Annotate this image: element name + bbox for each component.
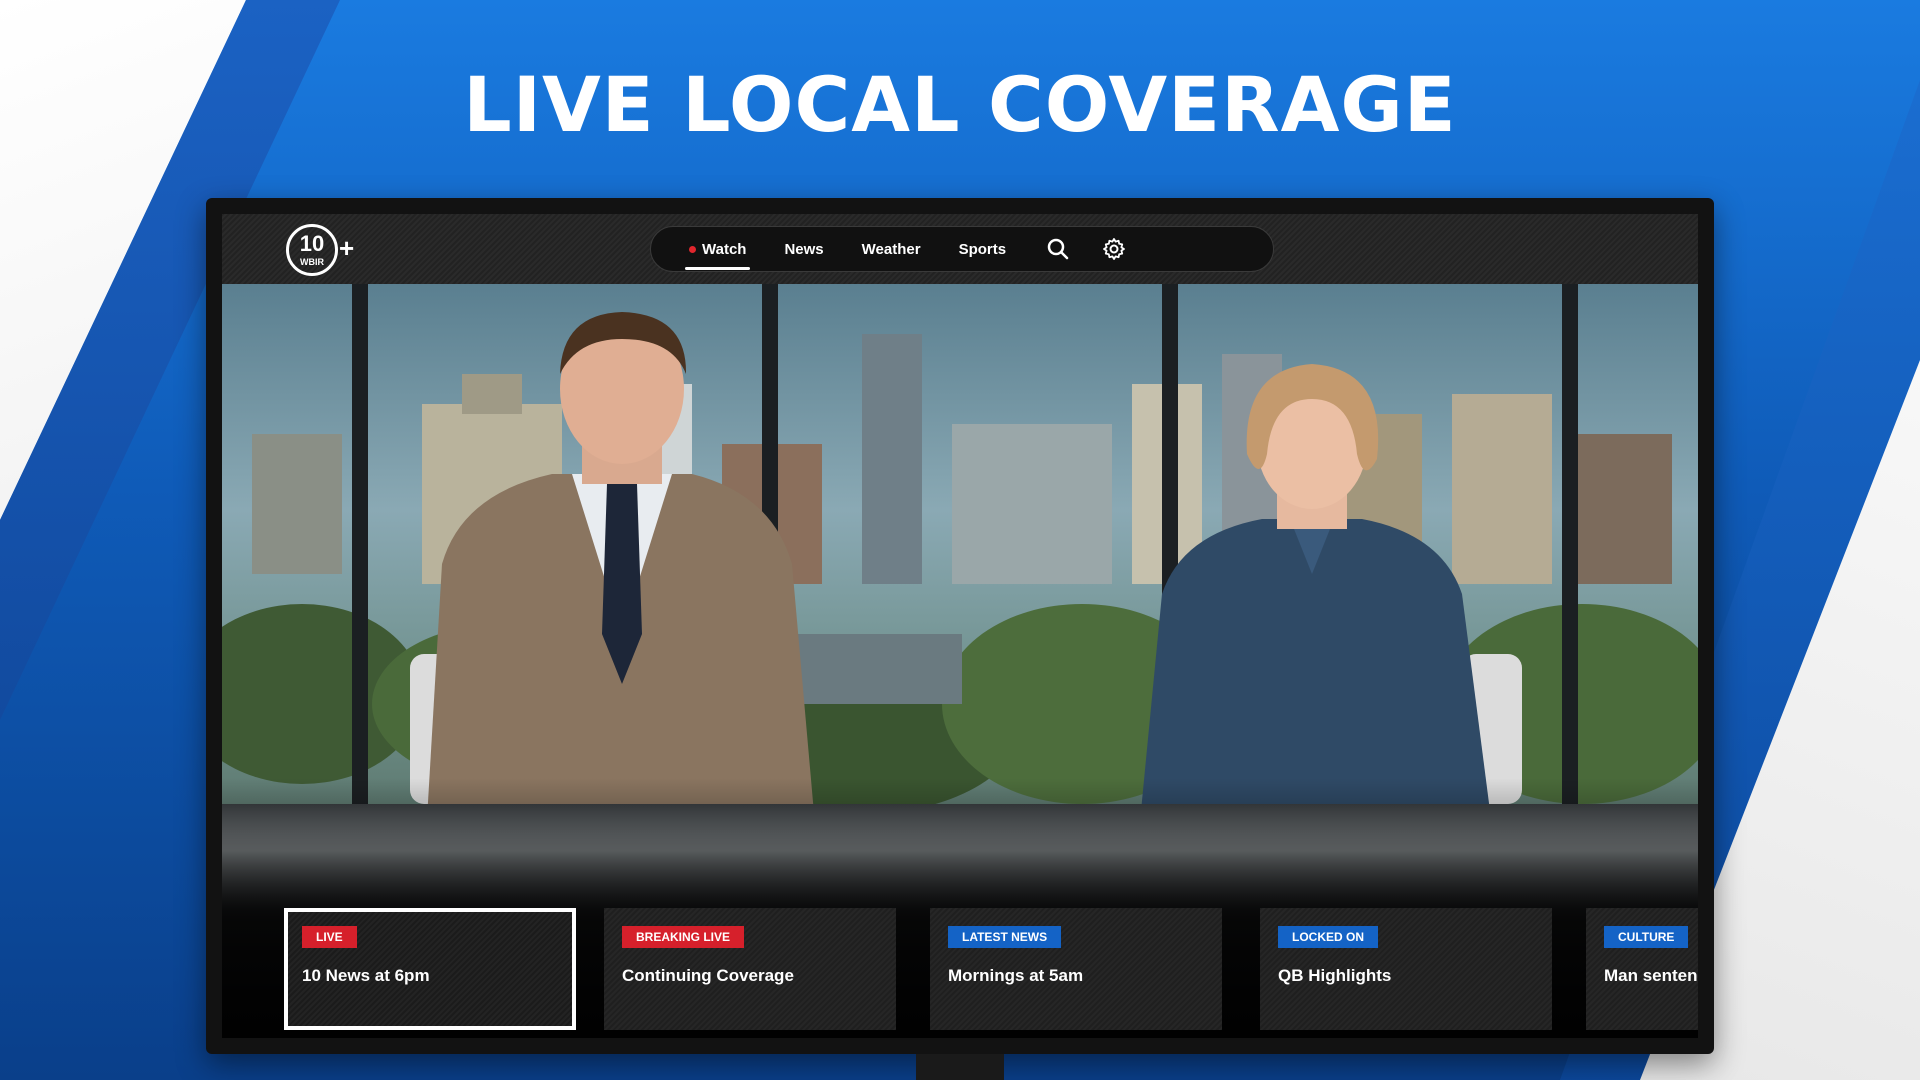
tv-screen: 10 WBIR + Watch News Weather Sports LIVE… (222, 214, 1698, 1038)
card-title: Mornings at 5am (948, 966, 1084, 985)
logo-callsign: WBIR (300, 257, 324, 267)
tv-frame: 10 WBIR + Watch News Weather Sports LIVE… (206, 198, 1714, 1054)
card-badge: LIVE (302, 926, 357, 948)
content-card-locked-on[interactable]: LOCKED ON QB Highlights (1260, 908, 1552, 1030)
nav-item-weather[interactable]: Weather (862, 226, 921, 272)
nav-item-label: Weather (861, 240, 921, 258)
card-title: 10 News at 6pm (302, 966, 430, 985)
nav-item-sports[interactable]: Sports (959, 226, 1007, 272)
nav-item-label: News (784, 240, 824, 258)
card-title: Continuing Coverage (622, 966, 794, 985)
main-nav: Watch News Weather Sports (650, 226, 1274, 272)
content-card-latest-news[interactable]: LATEST NEWS Mornings at 5am (930, 908, 1222, 1030)
station-logo[interactable]: 10 WBIR + (286, 224, 354, 276)
card-badge: CULTURE (1604, 926, 1689, 948)
window-frame (352, 284, 368, 824)
card-badge: BREAKING LIVE (622, 926, 745, 948)
gear-icon[interactable] (1100, 235, 1128, 263)
content-card-culture[interactable]: CULTURE Man sentenced (1586, 908, 1698, 1030)
content-card-breaking[interactable]: BREAKING LIVE Continuing Coverage (604, 908, 896, 1030)
promo-headline: LIVE LOCAL COVERAGE (463, 60, 1457, 149)
window-frame (1562, 284, 1578, 824)
card-badge: LATEST NEWS (948, 926, 1062, 948)
card-badge: LOCKED ON (1278, 926, 1378, 948)
card-title: Man sentenced (1604, 966, 1698, 985)
tv-stand (916, 1054, 1004, 1080)
live-indicator-icon (689, 245, 696, 253)
card-title: QB Highlights (1278, 966, 1392, 985)
top-bar: 10 WBIR + Watch News Weather Sports (222, 214, 1698, 284)
logo-number: 10 (299, 231, 325, 256)
content-card-live[interactable]: LIVE 10 News at 6pm (284, 908, 576, 1030)
nav-item-label: Sports (958, 240, 1007, 258)
logo-plus: + (339, 233, 355, 263)
nav-item-news[interactable]: News (784, 226, 823, 272)
search-icon[interactable] (1044, 235, 1072, 263)
nav-item-watch[interactable]: Watch (684, 226, 751, 272)
nav-item-label: Watch (702, 240, 747, 258)
